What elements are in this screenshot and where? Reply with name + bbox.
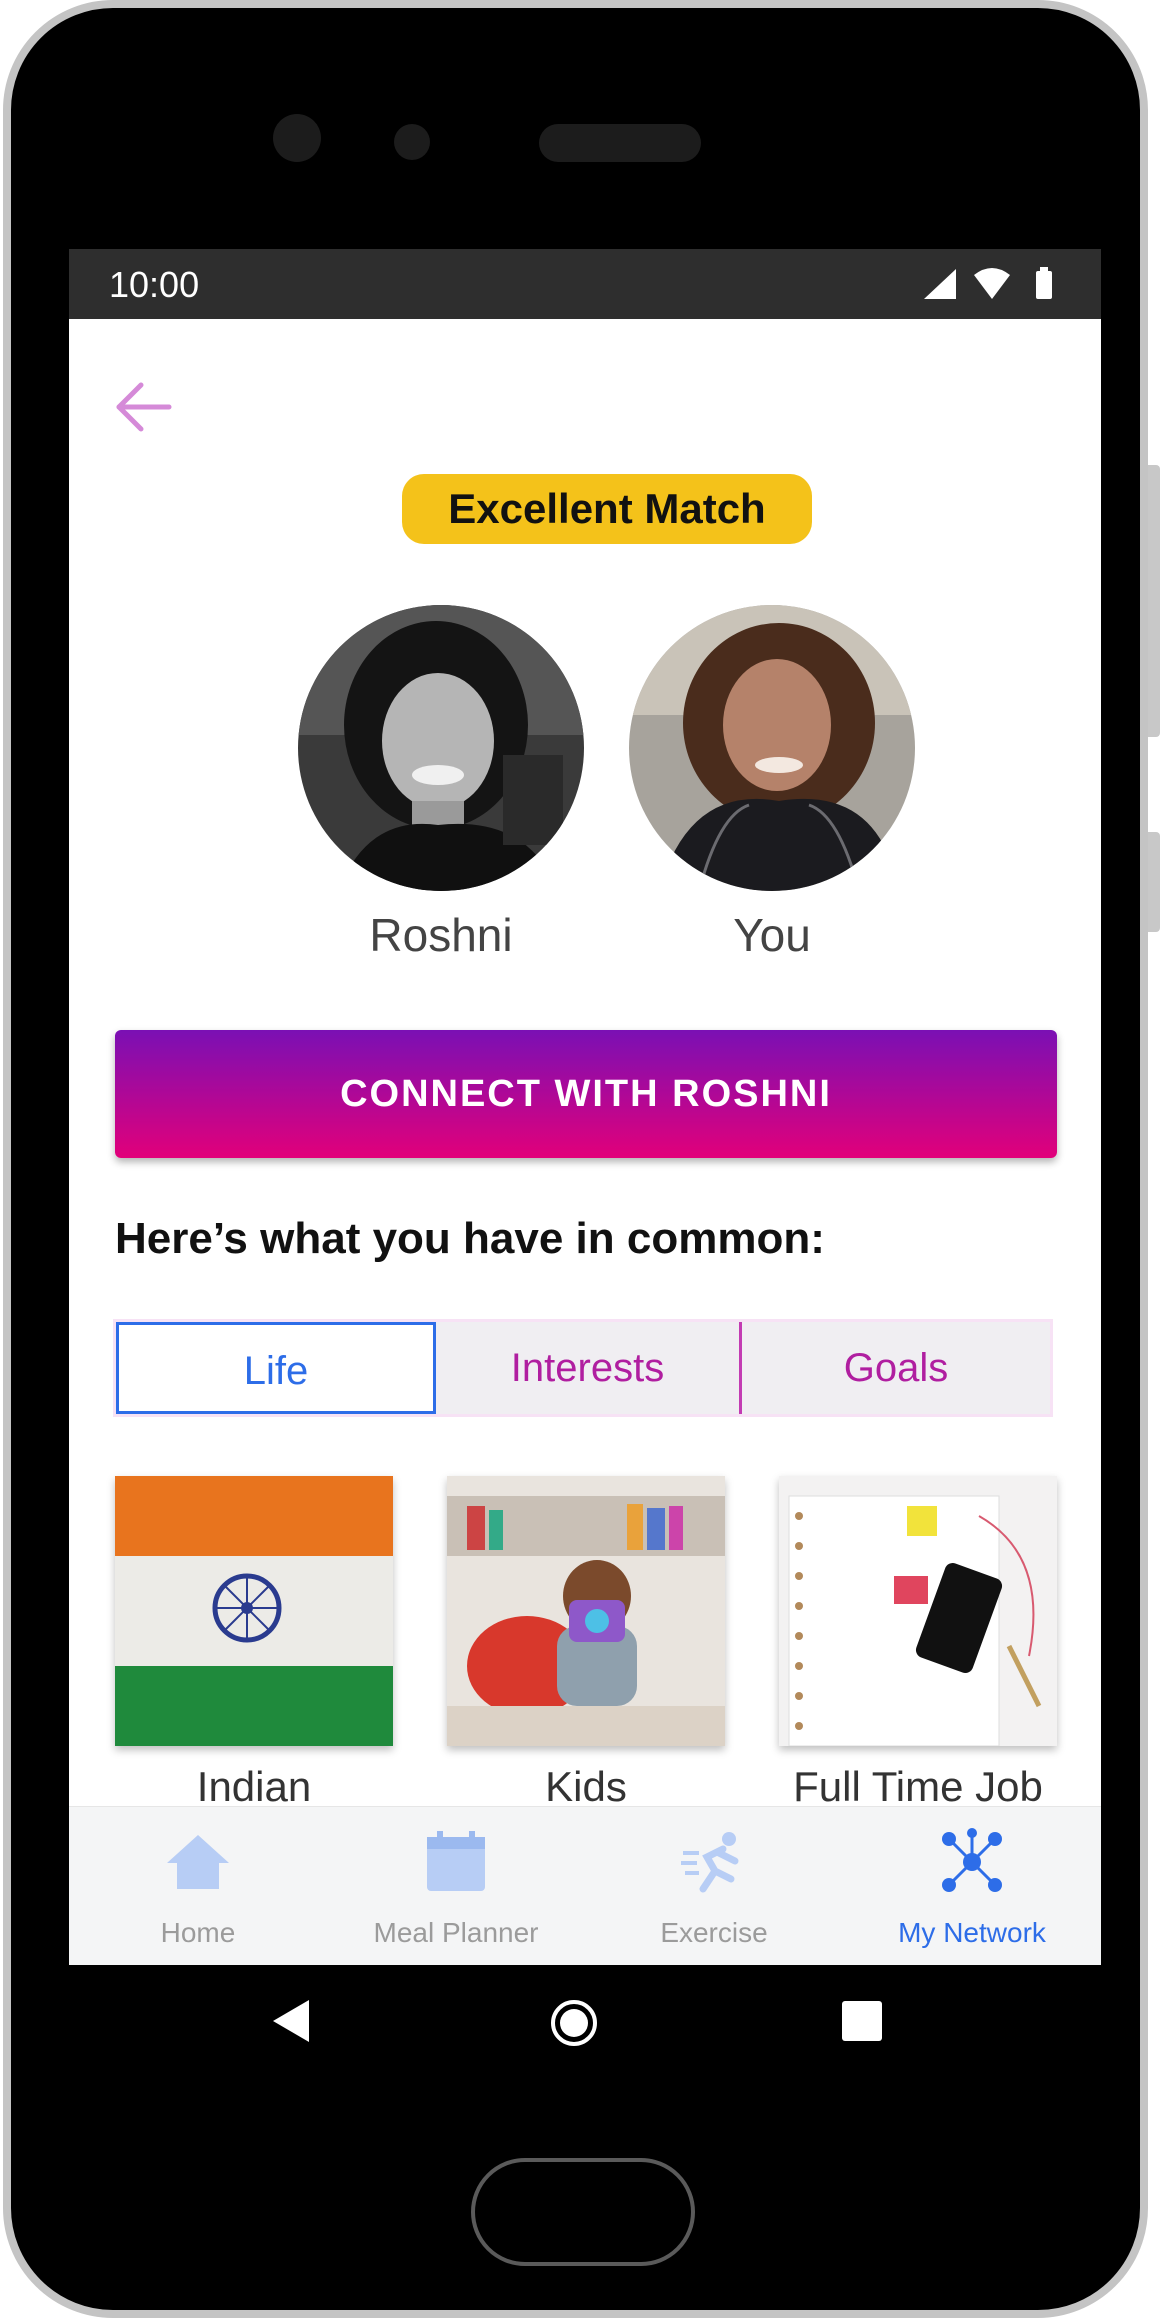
volume-button[interactable]: [1148, 465, 1160, 737]
home-icon: [167, 1835, 229, 1889]
card-label-full-time-job: Full Time Job: [793, 1763, 1043, 1810]
india-flag-image: [115, 1476, 393, 1746]
roshni-name: Roshni: [369, 909, 513, 961]
phone-frame: 10:00 Excellent Match Roshni You CONNECT…: [3, 0, 1148, 2318]
physical-home-button[interactable]: [471, 2158, 695, 2266]
card-indian[interactable]: [115, 1476, 393, 1746]
avatar-you[interactable]: [629, 605, 915, 891]
your-photo: [629, 605, 915, 891]
status-icons: [924, 267, 1052, 299]
status-time: 10:00: [109, 264, 200, 305]
nav-exercise[interactable]: Exercise: [585, 1807, 843, 1965]
you-name: You: [733, 909, 811, 961]
card-label-kids: Kids: [545, 1763, 627, 1810]
card-full-time-job[interactable]: [779, 1476, 1057, 1746]
planner-image: [779, 1476, 1057, 1746]
match-badge: Excellent Match: [402, 474, 812, 544]
nav-home[interactable]: Home: [69, 1807, 327, 1965]
common-tabs: Life Interests Goals: [113, 1319, 1053, 1417]
connect-button[interactable]: CONNECT WITH ROSHNI: [115, 1030, 1057, 1158]
app-screen: 10:00 Excellent Match Roshni You CONNECT…: [69, 249, 1101, 1965]
running-icon: [681, 1832, 739, 1893]
bottom-navigation: Home Meal Planner Exercise My Network: [69, 1806, 1101, 1965]
status-bar: 10:00: [69, 249, 1101, 319]
network-icon: [942, 1828, 1002, 1892]
nav-meal-planner-label: Meal Planner: [373, 1917, 539, 1948]
card-kids[interactable]: [447, 1476, 725, 1746]
nav-exercise-label: Exercise: [660, 1917, 768, 1948]
nav-my-network-label: My Network: [898, 1917, 1046, 1948]
system-home-icon[interactable]: [549, 1998, 599, 2048]
card-label-indian: Indian: [196, 1763, 312, 1810]
sensor: [394, 124, 430, 160]
battery-icon: [1036, 271, 1052, 299]
nav-home-label: Home: [160, 1917, 236, 1948]
power-button[interactable]: [1148, 832, 1160, 932]
wifi-icon: [974, 268, 1010, 299]
roshni-photo: [298, 605, 584, 891]
tab-interests[interactable]: Interests: [436, 1322, 742, 1414]
tab-goals[interactable]: Goals: [742, 1322, 1050, 1414]
system-recents-icon[interactable]: [841, 2000, 883, 2042]
system-back-icon[interactable]: [269, 1998, 315, 2044]
calendar-icon: [427, 1831, 485, 1891]
nav-my-network[interactable]: My Network: [843, 1807, 1101, 1965]
tab-life[interactable]: Life: [116, 1322, 436, 1414]
kids-image: [447, 1476, 725, 1746]
earpiece-speaker: [539, 124, 701, 162]
common-heading: Here’s what you have in common:: [115, 1214, 825, 1263]
signal-icon: [924, 269, 956, 299]
back-arrow-icon[interactable]: [111, 375, 175, 439]
nav-meal-planner[interactable]: Meal Planner: [327, 1807, 585, 1965]
front-camera: [273, 114, 321, 162]
avatar-roshni[interactable]: [298, 605, 584, 891]
